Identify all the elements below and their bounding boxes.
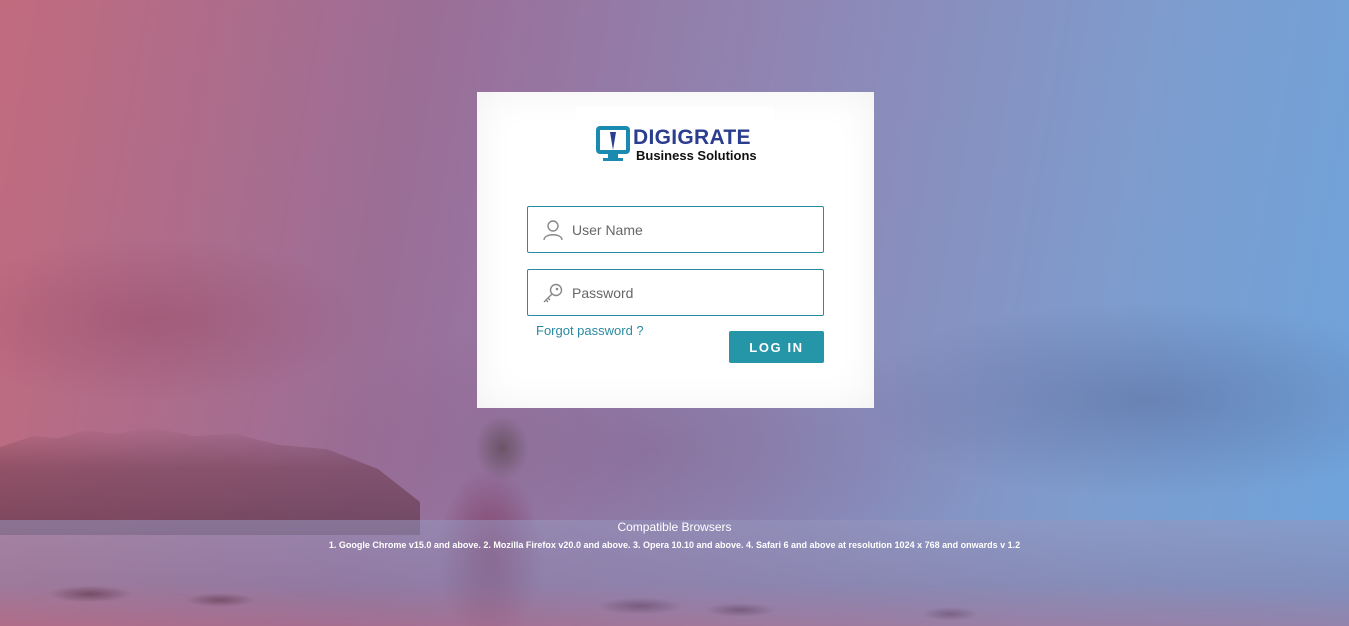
background-shore [0, 427, 420, 535]
username-input[interactable] [572, 207, 817, 252]
password-field[interactable] [527, 269, 824, 316]
user-icon [543, 220, 563, 241]
background-person [400, 408, 580, 626]
login-card: DIGIGRATE Business Solutions Forgot pass… [477, 92, 874, 408]
monitor-logo-icon [596, 126, 630, 161]
compat-list: 1. Google Chrome v15.0 and above. 2. Moz… [328, 540, 1021, 550]
logo-subtitle: Business Solutions [636, 148, 757, 163]
key-icon [543, 283, 563, 303]
logo-title: DIGIGRATE [633, 126, 751, 149]
forgot-password-link[interactable]: Forgot password ? [536, 323, 644, 338]
compat-title: Compatible Browsers [617, 520, 732, 534]
compatible-browsers-notice: Compatible Browsers 1. Google Chrome v15… [0, 520, 1349, 552]
company-logo: DIGIGRATE Business Solutions [576, 107, 774, 169]
password-input[interactable] [572, 270, 817, 315]
username-field[interactable] [527, 206, 824, 253]
background-rocks [0, 580, 1349, 626]
login-button[interactable]: LOG IN [729, 331, 824, 363]
